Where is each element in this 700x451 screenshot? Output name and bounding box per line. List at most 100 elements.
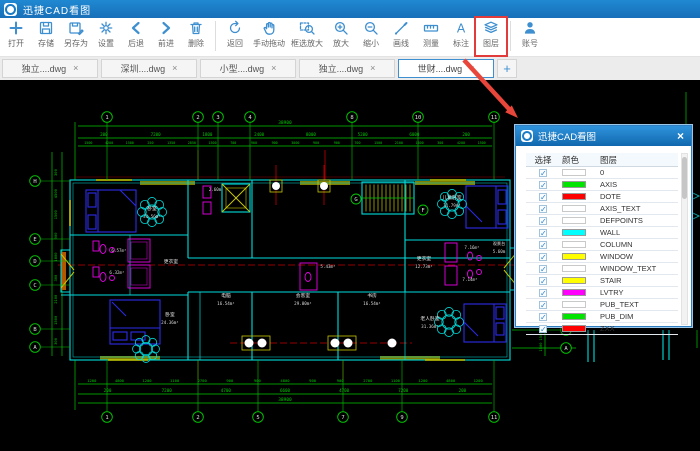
tab-3[interactable]: 独立....dwg × (299, 59, 395, 78)
layer-color-swatch[interactable] (562, 241, 586, 248)
cad-viewer-window: 迅捷CAD看图 打开存储另存为设置后退前进删除返回手动拖动框选放大放大缩小画线测… (0, 0, 700, 451)
save-as-icon (68, 20, 84, 36)
annotate-icon: A (453, 20, 469, 36)
new-tab-button[interactable]: + (497, 59, 517, 78)
forward-button[interactable]: 前进 (151, 18, 181, 55)
tool-label: 手动拖动 (253, 38, 285, 49)
layer-table-header: 选择颜色图层 (526, 153, 678, 167)
layer-color-swatch[interactable] (562, 193, 586, 200)
layer-checkbox[interactable]: ✓ (539, 205, 547, 213)
layer-row-DEFPOINTS: ✓ DEFPOINTS (526, 215, 678, 227)
layer-checkbox[interactable]: ✓ (539, 325, 547, 333)
layer-name[interactable]: PUB_TEXT (600, 300, 678, 309)
zoom-in-icon (333, 20, 349, 36)
scrollbar-thumb[interactable] (682, 157, 687, 199)
return-icon (227, 20, 243, 36)
layer-name[interactable]: DOTE (600, 192, 678, 201)
layer-checkbox[interactable]: ✓ (539, 217, 547, 225)
layer-checkbox[interactable]: ✓ (539, 253, 547, 261)
layer-color-swatch[interactable] (562, 325, 586, 332)
layer-color-swatch[interactable] (562, 229, 586, 236)
tool-label: 返回 (227, 38, 243, 49)
layer-row-PUB_TEXT: ✓ PUB_TEXT (526, 299, 678, 311)
layer-name[interactable]: AXIS_TEXT (600, 204, 678, 213)
layer-color-swatch[interactable] (562, 301, 586, 308)
layer-checkbox[interactable]: ✓ (539, 169, 547, 177)
tab-close-icon[interactable]: × (271, 64, 276, 73)
layer-color-swatch[interactable] (562, 289, 586, 296)
tool-label: 前进 (158, 38, 174, 49)
layer-name[interactable]: WINDOW (600, 252, 678, 261)
tab-0[interactable]: 独立....dwg× (2, 59, 98, 78)
layer-checkbox[interactable]: ✓ (539, 277, 547, 285)
layer-checkbox[interactable]: ✓ (539, 289, 547, 297)
save-button[interactable]: 存储 (31, 18, 61, 55)
zoom-in-button[interactable]: 放大 (326, 18, 356, 55)
pan-button[interactable]: 手动拖动 (250, 18, 288, 55)
main-toolbar: 打开存储另存为设置后退前进删除返回手动拖动框选放大放大缩小画线测量A标注图层账号 (0, 18, 700, 57)
tab-close-icon[interactable]: × (370, 64, 375, 73)
return-button[interactable]: 返回 (220, 18, 250, 55)
layer-name[interactable]: 0 (600, 168, 678, 177)
layer-row-LVTRY: ✓ LVTRY (526, 287, 678, 299)
layer-name[interactable]: WINDOW_TEXT (600, 264, 678, 273)
layer-row-AXIS_TEXT: ✓ AXIS_TEXT (526, 203, 678, 215)
layer-checkbox[interactable]: ✓ (539, 265, 547, 273)
layer-checkbox[interactable]: ✓ (539, 229, 547, 237)
measure-button[interactable]: 测量 (416, 18, 446, 55)
layer-name[interactable]: DEFPOINTS (600, 216, 678, 225)
layer-row-WINDOW: ✓ WINDOW (526, 251, 678, 263)
layer-name[interactable]: STAIR (600, 276, 678, 285)
back-button[interactable]: 后退 (121, 18, 151, 55)
layer-color-swatch[interactable] (562, 313, 586, 320)
annotate-button[interactable]: A标注 (446, 18, 476, 55)
layer-color-swatch[interactable] (562, 265, 586, 272)
layer-color-swatch[interactable] (562, 277, 586, 284)
layer-color-swatch[interactable] (562, 253, 586, 260)
layer-checkbox[interactable]: ✓ (539, 193, 547, 201)
draw-line-button[interactable]: 画线 (386, 18, 416, 55)
layer-dialog-titlebar[interactable]: 迅捷CAD看图 × (516, 126, 691, 146)
layer-name[interactable]: PUB_DIM (600, 312, 678, 321)
layer-row-WINDOW_TEXT: ✓ WINDOW_TEXT (526, 263, 678, 275)
layer-color-swatch[interactable] (562, 205, 586, 212)
tab-close-icon[interactable]: × (73, 64, 78, 73)
layer-row-ZXX: ✓ ZXX (526, 323, 678, 335)
layer-table-scrollbar[interactable] (681, 153, 688, 325)
layer-checkbox[interactable]: ✓ (539, 181, 547, 189)
close-icon[interactable]: × (677, 130, 684, 142)
layer-name[interactable]: WALL (600, 228, 678, 237)
tab-label: 世财....dwg (418, 62, 463, 75)
forward-arrow-icon (158, 20, 174, 36)
layer-row-WALL: ✓ WALL (526, 227, 678, 239)
tab-4[interactable]: 世财....dwg × (398, 59, 494, 78)
tool-label: 放大 (333, 38, 349, 49)
tab-close-icon[interactable]: × (172, 64, 177, 73)
layer-checkbox[interactable]: ✓ (539, 241, 547, 249)
zoom-out-button[interactable]: 缩小 (356, 18, 386, 55)
layer-name[interactable]: COLUMN (600, 240, 678, 249)
open-button[interactable]: 打开 (1, 18, 31, 55)
delete-button[interactable]: 删除 (181, 18, 211, 55)
zoom-out-icon (363, 20, 379, 36)
layer-dialog: 迅捷CAD看图 × 选择颜色图层 ✓ 0 ✓ AXIS ✓ DOTE ✓ AXIS_TEXT ✓ D… (515, 125, 692, 327)
zoom-window-button[interactable]: 框选放大 (288, 18, 326, 55)
dialog-logo-icon (521, 130, 533, 142)
layers-button[interactable]: 图层 (476, 18, 506, 55)
settings-button[interactable]: 设置 (91, 18, 121, 55)
tab-1[interactable]: 深圳....dwg× (101, 59, 197, 78)
layer-color-swatch[interactable] (562, 181, 586, 188)
layer-name[interactable]: LVTRY (600, 288, 678, 297)
tab-label: 独立....dwg (319, 62, 364, 75)
tab-2[interactable]: 小型....dwg× (200, 59, 296, 78)
save-as-button[interactable]: 另存为 (61, 18, 91, 55)
layer-color-swatch[interactable] (562, 217, 586, 224)
settings-gear-icon (98, 20, 114, 36)
account-button[interactable]: 账号 (515, 18, 545, 55)
layer-checkbox[interactable]: ✓ (539, 301, 547, 309)
layer-name[interactable]: AXIS (600, 180, 678, 189)
tab-close-icon[interactable]: × (469, 64, 474, 73)
layer-name[interactable]: ZXX (600, 324, 678, 333)
layer-color-swatch[interactable] (562, 169, 586, 176)
layer-checkbox[interactable]: ✓ (539, 313, 547, 321)
